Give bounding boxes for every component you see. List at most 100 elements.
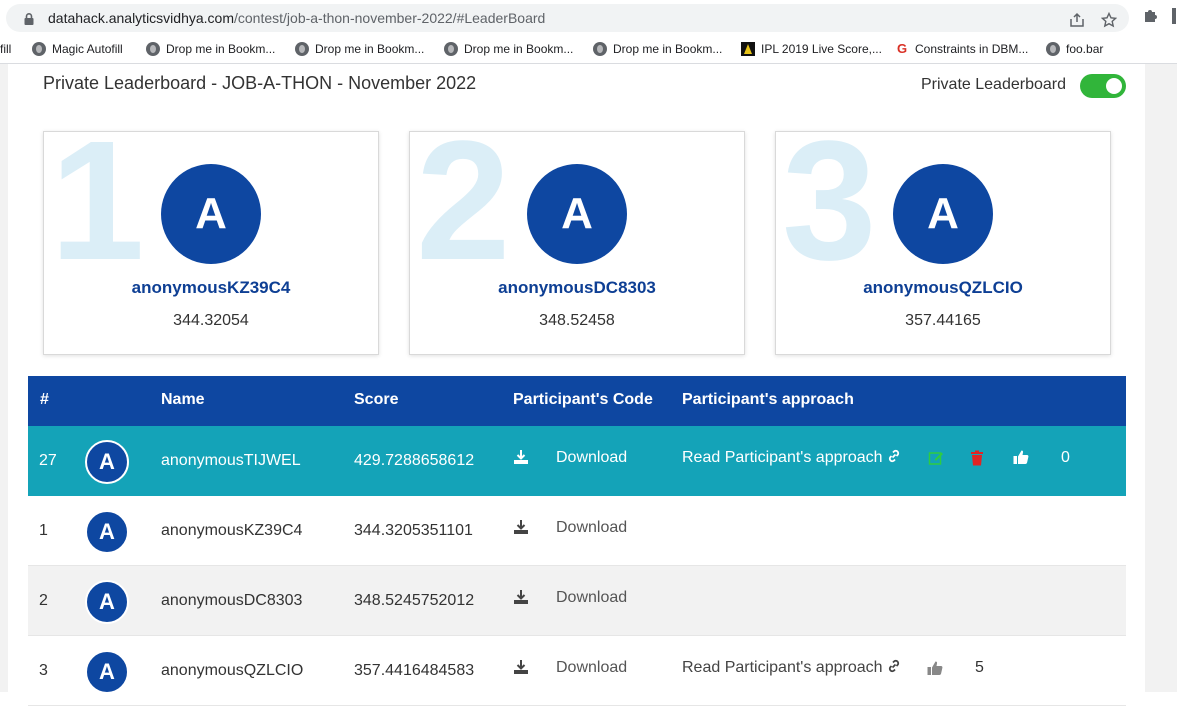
podium-rank: 1 bbox=[50, 131, 145, 296]
header-rank: # bbox=[40, 391, 49, 408]
bookmark-label: foo.bar bbox=[1066, 42, 1104, 56]
row-rank: 27 bbox=[39, 452, 57, 469]
like-count: 0 bbox=[1061, 449, 1070, 466]
podium-card-2: 2 A anonymousDC8303 348.52458 bbox=[409, 131, 745, 355]
bookmark-item[interactable]: G Constraints in DBM... bbox=[895, 41, 1029, 57]
page-background: Private Leaderboard - JOB-A-THON - Novem… bbox=[0, 64, 1177, 706]
avatar: A bbox=[85, 580, 129, 624]
url-host: datahack.analyticsvidhya.com bbox=[48, 10, 234, 26]
podium-name[interactable]: anonymousDC8303 bbox=[410, 278, 744, 298]
table-row: 2 A anonymousDC8303 348.5245752012 Downl… bbox=[28, 566, 1126, 636]
table-row: 3 A anonymousQZLCIO 357.4416484583 Downl… bbox=[28, 636, 1126, 706]
row-name[interactable]: anonymousQZLCIO bbox=[161, 662, 303, 680]
url-field[interactable]: datahack.analyticsvidhya.com/contest/job… bbox=[6, 4, 1129, 32]
bookmark-item[interactable]: Magic Autofill bbox=[32, 42, 123, 56]
download-link[interactable]: Download bbox=[556, 659, 627, 677]
like-count: 5 bbox=[975, 659, 984, 676]
bookmark-label: Drop me in Bookm... bbox=[166, 42, 276, 56]
globe-icon bbox=[593, 42, 607, 56]
avatar: A bbox=[85, 510, 129, 554]
avatar: A bbox=[893, 164, 993, 264]
avatar: A bbox=[85, 440, 129, 484]
globe-icon bbox=[32, 42, 46, 56]
row-rank: 2 bbox=[39, 592, 48, 609]
url-text: datahack.analyticsvidhya.com/contest/job… bbox=[48, 10, 545, 26]
link-icon bbox=[888, 659, 899, 673]
bookmark-item[interactable]: fill bbox=[0, 42, 11, 56]
podium-card-3: 3 A anonymousQZLCIO 357.44165 bbox=[775, 131, 1111, 355]
private-leaderboard-label: Private Leaderboard bbox=[921, 76, 1066, 93]
g-icon: G bbox=[896, 41, 908, 56]
url-path: /contest/job-a-thon-november-2022/#Leade… bbox=[234, 10, 546, 26]
bookmark-label: Constraints in DBM... bbox=[915, 42, 1029, 56]
download-icon[interactable] bbox=[513, 659, 529, 675]
podium-name[interactable]: anonymousQZLCIO bbox=[776, 278, 1110, 298]
globe-icon bbox=[146, 42, 160, 56]
avatar: A bbox=[527, 164, 627, 264]
row-rank: 3 bbox=[39, 662, 48, 679]
toggle-knob bbox=[1106, 78, 1122, 94]
download-link[interactable]: Download bbox=[556, 589, 627, 607]
header-score: Score bbox=[354, 391, 399, 408]
globe-icon bbox=[444, 42, 458, 56]
approach-link[interactable]: Read Participant's approach bbox=[682, 659, 901, 677]
leaderboard-table: # Name Score Participant's Code Particip… bbox=[28, 376, 1126, 706]
lock-icon bbox=[24, 13, 34, 25]
row-score: 344.3205351101 bbox=[354, 522, 473, 539]
globe-icon bbox=[295, 42, 309, 56]
approach-label: Read Participant's approach bbox=[682, 659, 883, 676]
row-rank: 1 bbox=[39, 522, 48, 539]
bookmark-item[interactable]: IPL 2019 Live Score,... bbox=[741, 42, 882, 56]
podium-score: 357.44165 bbox=[905, 312, 981, 329]
download-link[interactable]: Download bbox=[556, 449, 627, 467]
download-icon[interactable] bbox=[513, 519, 529, 535]
bookmark-label: IPL 2019 Live Score,... bbox=[761, 42, 882, 56]
download-icon[interactable] bbox=[513, 449, 529, 465]
trash-icon[interactable] bbox=[970, 450, 984, 466]
thumbs-up-icon[interactable] bbox=[927, 660, 943, 676]
bookmark-label: fill bbox=[0, 42, 12, 56]
table-header: # Name Score Participant's Code Particip… bbox=[28, 376, 1126, 426]
row-score: 429.7288658612 bbox=[354, 452, 475, 469]
bookmark-item[interactable]: Drop me in Bookm... bbox=[295, 42, 424, 56]
extensions-icon[interactable] bbox=[1142, 8, 1158, 24]
table-row-own: 27 A anonymousTIJWEL 429.7288658612 Down… bbox=[28, 426, 1126, 496]
bookmark-item[interactable]: Drop me in Bookm... bbox=[444, 42, 573, 56]
podium-score: 348.52458 bbox=[539, 312, 615, 329]
podium-score: 344.32054 bbox=[173, 312, 249, 329]
approach-link[interactable]: Read Participant's approach bbox=[682, 449, 901, 467]
podium-name[interactable]: anonymousKZ39C4 bbox=[44, 278, 378, 298]
download-link[interactable]: Download bbox=[556, 519, 627, 537]
header-approach: Participant's approach bbox=[682, 391, 854, 408]
edit-icon[interactable] bbox=[928, 450, 944, 466]
bookmark-label: Drop me in Bookm... bbox=[464, 42, 574, 56]
row-name[interactable]: anonymousDC8303 bbox=[161, 592, 302, 610]
podium-card-1: 1 A anonymousKZ39C4 344.32054 bbox=[43, 131, 379, 355]
page-title: Private Leaderboard - JOB-A-THON - Novem… bbox=[43, 73, 477, 93]
bookmark-item[interactable]: Drop me in Bookm... bbox=[146, 42, 275, 56]
row-name[interactable]: anonymousTIJWEL bbox=[161, 452, 301, 470]
header-code: Participant's Code bbox=[513, 391, 653, 408]
bookmarks-bar: fill Magic Autofill Drop me in Bookm... … bbox=[0, 36, 1177, 64]
row-name[interactable]: anonymousKZ39C4 bbox=[161, 522, 302, 540]
avatar: A bbox=[85, 650, 129, 694]
row-score: 348.5245752012 bbox=[354, 592, 475, 609]
row-score: 357.4416484583 bbox=[354, 662, 475, 679]
star-icon[interactable] bbox=[1101, 12, 1117, 28]
approach-label: Read Participant's approach bbox=[682, 449, 883, 466]
sidebar-toggle-icon[interactable] bbox=[1172, 8, 1176, 24]
podium-rank: 2 bbox=[416, 131, 511, 296]
bookmark-item[interactable]: Drop me in Bookm... bbox=[593, 42, 722, 56]
browser-address-bar: datahack.analyticsvidhya.com/contest/job… bbox=[0, 0, 1177, 36]
table-row: 1 A anonymousKZ39C4 344.3205351101 Downl… bbox=[28, 496, 1126, 566]
share-icon[interactable] bbox=[1069, 12, 1085, 28]
podium-rank: 3 bbox=[782, 131, 877, 296]
thumbs-up-icon[interactable] bbox=[1013, 449, 1029, 465]
globe-icon bbox=[1046, 42, 1060, 56]
bookmark-item[interactable]: foo.bar bbox=[1046, 42, 1103, 56]
header-name: Name bbox=[161, 391, 205, 408]
link-icon bbox=[888, 449, 899, 463]
bookmark-label: Magic Autofill bbox=[52, 42, 123, 56]
private-leaderboard-toggle[interactable] bbox=[1080, 74, 1126, 98]
download-icon[interactable] bbox=[513, 589, 529, 605]
